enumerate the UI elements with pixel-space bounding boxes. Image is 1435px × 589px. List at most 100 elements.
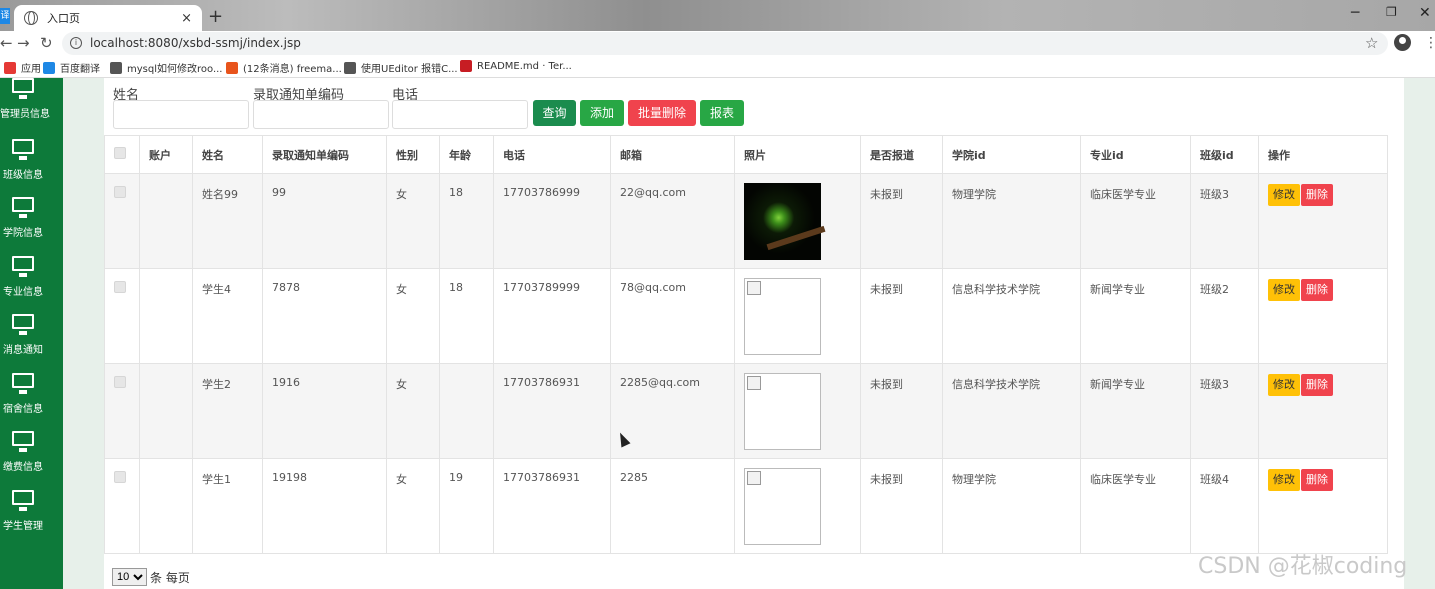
site-info-icon[interactable]: i — [70, 37, 82, 49]
cell-reported: 未报到 — [860, 363, 943, 459]
row-checkbox[interactable] — [114, 186, 126, 198]
bookmark-item[interactable]: 使用UEditor 报错C... — [344, 60, 458, 75]
delete-button[interactable]: 删除 — [1301, 184, 1333, 206]
cell-code: 7878 — [262, 268, 387, 364]
delete-button[interactable]: 删除 — [1301, 374, 1333, 396]
bookmark-star-icon[interactable]: ☆ — [1365, 34, 1378, 52]
actions-cell: 修改 删除 — [1258, 458, 1388, 554]
name-filter-input[interactable] — [113, 100, 249, 129]
student-panel: 姓名 录取通知单编码 电话 查询 添加 批量删除 报表 账户 姓名 录取通知单编码性… — [104, 78, 1404, 589]
cell-phone: 17703786931 — [493, 458, 611, 554]
browser-tab[interactable]: 入口页 × — [14, 5, 202, 31]
page-size-suffix: 条 每页 — [150, 570, 190, 585]
new-tab-button[interactable]: + — [208, 6, 223, 27]
edit-button[interactable]: 修改 — [1268, 374, 1300, 396]
column-header: 录取通知单编码 — [262, 135, 387, 174]
cell-class: 班级2 — [1190, 268, 1259, 364]
csdn-icon — [226, 61, 238, 74]
watermark: CSDN @花椒coding — [1198, 554, 1408, 579]
address-bar[interactable]: i localhost:8080/xsbd-ssmj/index.jsp — [62, 32, 1388, 55]
cell-code: 99 — [262, 173, 387, 269]
browser-menu-icon[interactable]: ⋮ — [1424, 35, 1435, 51]
globe-icon — [24, 11, 38, 25]
bookmark-label: (12条消息) freema... — [243, 64, 342, 75]
broken-image-icon — [744, 468, 821, 545]
table-row[interactable]: 学生1 19198 女 19 17703786931 2285 未报到 物理学院 临床医学专业班… — [104, 458, 1388, 554]
select-all-cell — [104, 135, 140, 174]
search-button[interactable]: 查询 — [533, 100, 576, 126]
sidebar-item[interactable]: 宿舍信息 — [0, 371, 63, 429]
row-checkbox[interactable] — [114, 281, 126, 293]
edit-button[interactable]: 修改 — [1268, 469, 1300, 491]
table-row[interactable]: 学生4 7878 女 18 17703789999 78@qq.com 未报到 信息科学技术学… — [104, 268, 1388, 364]
add-button[interactable]: 添加 — [580, 100, 624, 126]
cell-email: 22@qq.com — [610, 173, 735, 269]
column-header: 是否报道 — [860, 135, 943, 174]
sidebar-item[interactable]: 专业信息 — [0, 254, 63, 312]
monitor-icon — [12, 197, 34, 218]
row-checkbox[interactable] — [114, 471, 126, 483]
cell-college: 物理学院 — [942, 173, 1081, 269]
bookmark-item[interactable]: 百度翻译 — [43, 60, 100, 75]
cell-college: 物理学院 — [942, 458, 1081, 554]
bookmark-item[interactable]: README.md · Ter... — [460, 60, 572, 72]
bookmark-item[interactable]: (12条消息) freema... — [226, 60, 342, 75]
sidebar-item[interactable]: 消息通知 — [0, 312, 63, 370]
profile-avatar-icon[interactable] — [1394, 34, 1411, 51]
page-size-select[interactable]: 10 — [112, 568, 147, 586]
delete-button[interactable]: 删除 — [1301, 469, 1333, 491]
cell-major: 临床医学专业 — [1080, 173, 1191, 269]
bookmark-item[interactable]: mysql如何修改roo... — [110, 60, 222, 75]
cell-class: 班级4 — [1190, 458, 1259, 554]
reload-icon[interactable]: ↻ — [40, 34, 53, 52]
monitor-icon — [12, 431, 34, 452]
window-close-icon[interactable]: ✕ — [1419, 5, 1431, 21]
table-row[interactable]: 学生2 1916 女 17703786931 2285@qq.com 未报到 信息科学技术学… — [104, 363, 1388, 459]
apps-icon — [4, 61, 16, 74]
edit-button[interactable]: 修改 — [1268, 279, 1300, 301]
select-all-checkbox[interactable] — [114, 147, 126, 159]
sidebar-item[interactable]: 缴费信息 — [0, 429, 63, 487]
cell-reported: 未报到 — [860, 173, 943, 269]
sidebar-item-label: 缴费信息 — [3, 462, 43, 473]
back-arrow-icon[interactable]: ← — [0, 34, 13, 52]
batch-delete-button[interactable]: 批量删除 — [628, 100, 696, 126]
row-select-cell — [104, 363, 140, 459]
bookmark-label: 百度翻译 — [60, 64, 100, 75]
baidu-translate-icon — [43, 61, 55, 74]
column-header: 邮箱 — [610, 135, 735, 174]
sidebar-item[interactable]: 管理员信息 — [0, 78, 63, 136]
code-filter-input[interactable] — [253, 100, 389, 129]
restore-icon[interactable]: ❐ — [1386, 5, 1397, 19]
forward-arrow-icon[interactable]: → — [17, 34, 30, 52]
photo-cell — [734, 363, 861, 459]
column-header: 电话 — [493, 135, 611, 174]
actions-cell: 修改 删除 — [1258, 363, 1388, 459]
table-row[interactable]: 姓名99 99 女 18 17703786999 22@qq.com 未报到 物理学院 临床医学… — [104, 173, 1388, 269]
cell-class: 班级3 — [1190, 363, 1259, 459]
phone-filter-input[interactable] — [392, 100, 528, 129]
cell-phone: 17703786999 — [493, 173, 611, 269]
cell-name: 学生2 — [192, 363, 263, 459]
cell-gender: 女 — [386, 458, 440, 554]
column-header: 操作 — [1258, 135, 1388, 174]
bookmark-item[interactable]: 应用 — [4, 60, 41, 75]
edit-button[interactable]: 修改 — [1268, 184, 1300, 206]
delete-button[interactable]: 删除 — [1301, 279, 1333, 301]
url-text[interactable]: localhost:8080/xsbd-ssmj/index.jsp — [90, 36, 301, 50]
sidebar-item[interactable]: 班级信息 — [0, 137, 63, 195]
pinned-tab-edge[interactable]: 译 — [0, 8, 10, 24]
row-checkbox[interactable] — [114, 376, 126, 388]
cell-major: 新闻学专业 — [1080, 268, 1191, 364]
column-header: 专业id — [1080, 135, 1191, 174]
gitee-icon — [460, 60, 472, 72]
minimize-icon[interactable]: ─ — [1351, 5, 1359, 21]
student-photo — [744, 183, 821, 260]
row-select-cell — [104, 458, 140, 554]
report-button[interactable]: 报表 — [700, 100, 744, 126]
sidebar-item[interactable]: 学生管理 — [0, 488, 63, 546]
column-header: 性别 — [386, 135, 440, 174]
cell-name: 姓名99 — [192, 173, 263, 269]
sidebar-item[interactable]: 学院信息 — [0, 195, 63, 253]
tab-close-icon[interactable]: × — [181, 11, 192, 26]
